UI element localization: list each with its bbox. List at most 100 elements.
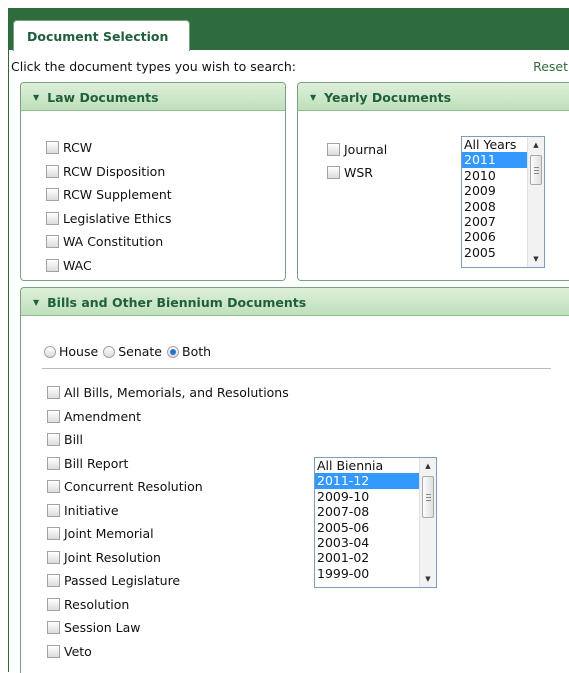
collapse-triangle-icon: ▼ [310,93,317,102]
yearly-doc-checkbox-row[interactable]: WSR [327,165,373,180]
radio-both-label: Both [182,344,212,359]
bill-type-checkbox-row[interactable]: Resolution [47,597,129,612]
bill-type-checkbox-row[interactable]: Amendment [47,409,141,424]
bill-type-checkbox[interactable] [47,644,60,658]
yearly-documents-title: Yearly Documents [324,90,452,105]
tab-bar: Document Selection [9,9,569,51]
biennium-option[interactable]: 2005-06 [315,520,436,535]
law-doc-checkbox[interactable] [46,188,59,202]
bill-type-label: Joint Memorial [64,526,154,541]
radio-senate-label: Senate [118,344,162,359]
tab-document-selection[interactable]: Document Selection [13,20,190,51]
law-doc-checkbox-row[interactable]: RCW Disposition [46,164,165,179]
bills-title: Bills and Other Biennium Documents [47,295,307,310]
bill-type-checkbox-row[interactable]: Bill [47,432,83,447]
law-doc-label: RCW Supplement [63,187,172,203]
law-documents-title: Law Documents [47,90,159,105]
bill-type-label: Session Law [64,620,141,635]
biennium-option[interactable]: 2011-12 [315,473,436,489]
bill-type-label: All Bills, Memorials, and Resolutions [64,385,289,400]
radio-both[interactable] [167,345,179,358]
divider [42,368,551,369]
bill-type-checkbox[interactable] [47,503,60,517]
bill-type-label: Initiative [64,502,119,518]
bill-type-checkbox-row[interactable]: Joint Resolution [47,550,161,565]
law-doc-label: WA Constitution [63,234,164,250]
bill-type-checkbox-row[interactable]: Veto [47,644,92,659]
biennium-options: All Biennia 2011-12 2009-10 2007-08 2005-06 2… [315,458,436,581]
bill-type-checkbox-row[interactable]: Bill Report [47,456,128,471]
yearly-doc-checkbox[interactable] [327,166,340,179]
bill-type-checkbox[interactable] [47,433,60,446]
yearly-documents-panel: ▼ Yearly Documents Journal WSR All Years 20… [297,82,569,281]
year-scrollbar[interactable]: ▲ ▼ [527,137,544,267]
law-documents-panel: ▼ Law Documents RCW RCW Disposition RCW Sup… [20,82,286,281]
scroll-up-icon[interactable]: ▲ [528,137,544,153]
bill-type-checkbox-row[interactable]: All Bills, Memorials, and Resolutions [47,385,289,400]
bills-header[interactable]: ▼ Bills and Other Biennium Documents [21,288,569,316]
bill-type-checkbox[interactable] [47,574,60,587]
bill-type-label: Bill Report [64,455,129,471]
law-doc-checkbox[interactable] [46,164,59,178]
reset-link[interactable]: Reset [533,59,568,74]
law-doc-checkbox-row[interactable]: WA Constitution [46,234,163,249]
law-documents-header[interactable]: ▼ Law Documents [21,83,285,111]
bills-panel: ▼ Bills and Other Biennium Documents Hous… [20,287,569,673]
collapse-triangle-icon: ▼ [33,298,40,307]
law-doc-checkbox[interactable] [46,235,59,249]
biennium-option[interactable]: 1999-00 [315,566,436,581]
yearly-doc-checkbox[interactable] [327,143,340,156]
scroll-thumb[interactable] [422,476,434,518]
instructions-text: Click the document types you wish to sea… [11,59,296,74]
law-doc-label: RCW [63,140,93,155]
law-doc-checkbox[interactable] [46,141,59,154]
biennium-option[interactable]: 2007-08 [315,504,436,519]
law-doc-checkbox-row[interactable]: RCW [46,140,92,155]
yearly-doc-label: WSR [344,165,373,180]
radio-senate[interactable] [103,345,116,358]
bill-type-checkbox[interactable] [47,480,60,493]
biennium-option[interactable]: 2009-10 [315,489,436,504]
law-doc-label: WAC [63,258,92,273]
bill-type-checkbox-row[interactable]: Passed Legislature [47,573,180,588]
bill-type-label: Bill [64,432,83,447]
law-doc-checkbox[interactable] [46,259,59,272]
biennium-option[interactable]: 2001-02 [315,550,436,565]
bill-type-checkbox-row[interactable]: Joint Memorial [47,526,154,541]
bill-type-checkbox[interactable] [47,386,60,399]
law-doc-checkbox-row[interactable]: RCW Supplement [46,187,172,202]
bill-type-checkbox-row[interactable]: Initiative [47,503,119,518]
yearly-documents-header[interactable]: ▼ Yearly Documents [298,83,569,111]
year-select-listbox[interactable]: All Years 2011 2010 2009 2008 2007 2006 2005 ▲ … [461,136,545,268]
biennium-option[interactable]: 2003-04 [315,535,436,550]
biennium-option[interactable]: All Biennia [315,458,436,473]
bill-type-checkbox-row[interactable]: Session Law [47,620,141,635]
scroll-up-icon[interactable]: ▲ [420,458,436,474]
bill-type-checkbox[interactable] [47,456,60,470]
bill-type-checkbox[interactable] [47,527,60,540]
law-doc-checkbox[interactable] [46,211,59,225]
radio-house[interactable] [44,345,56,358]
law-doc-checkbox-row[interactable]: WAC [46,258,92,273]
scroll-down-icon[interactable]: ▼ [528,251,544,267]
radio-house-label: House [59,344,99,359]
bill-type-label: Resolution [64,596,130,612]
bill-type-label: Amendment [64,408,141,424]
yearly-doc-checkbox-row[interactable]: Journal [327,142,387,157]
bill-type-checkbox[interactable] [47,597,60,611]
bill-type-label: Passed Legislature [64,573,181,588]
scroll-down-icon[interactable]: ▼ [420,571,436,587]
bill-type-label: Joint Resolution [64,549,161,565]
biennium-select-listbox[interactable]: All Biennia 2011-12 2009-10 2007-08 2005-06 2… [314,457,437,588]
document-selection-container: Document Selection Click the document ty… [8,8,569,673]
bill-type-checkbox-row[interactable]: Concurrent Resolution [47,479,203,494]
law-doc-label: Legislative Ethics [63,210,172,226]
law-doc-label: RCW Disposition [63,163,166,179]
bill-type-checkbox[interactable] [47,409,60,423]
law-doc-checkbox-row[interactable]: Legislative Ethics [46,211,172,226]
bill-type-checkbox[interactable] [47,621,60,634]
yearly-doc-label: Journal [344,142,388,157]
bill-type-checkbox[interactable] [47,550,60,564]
biennium-scrollbar[interactable]: ▲ ▼ [419,458,436,587]
scroll-thumb[interactable] [530,155,542,185]
